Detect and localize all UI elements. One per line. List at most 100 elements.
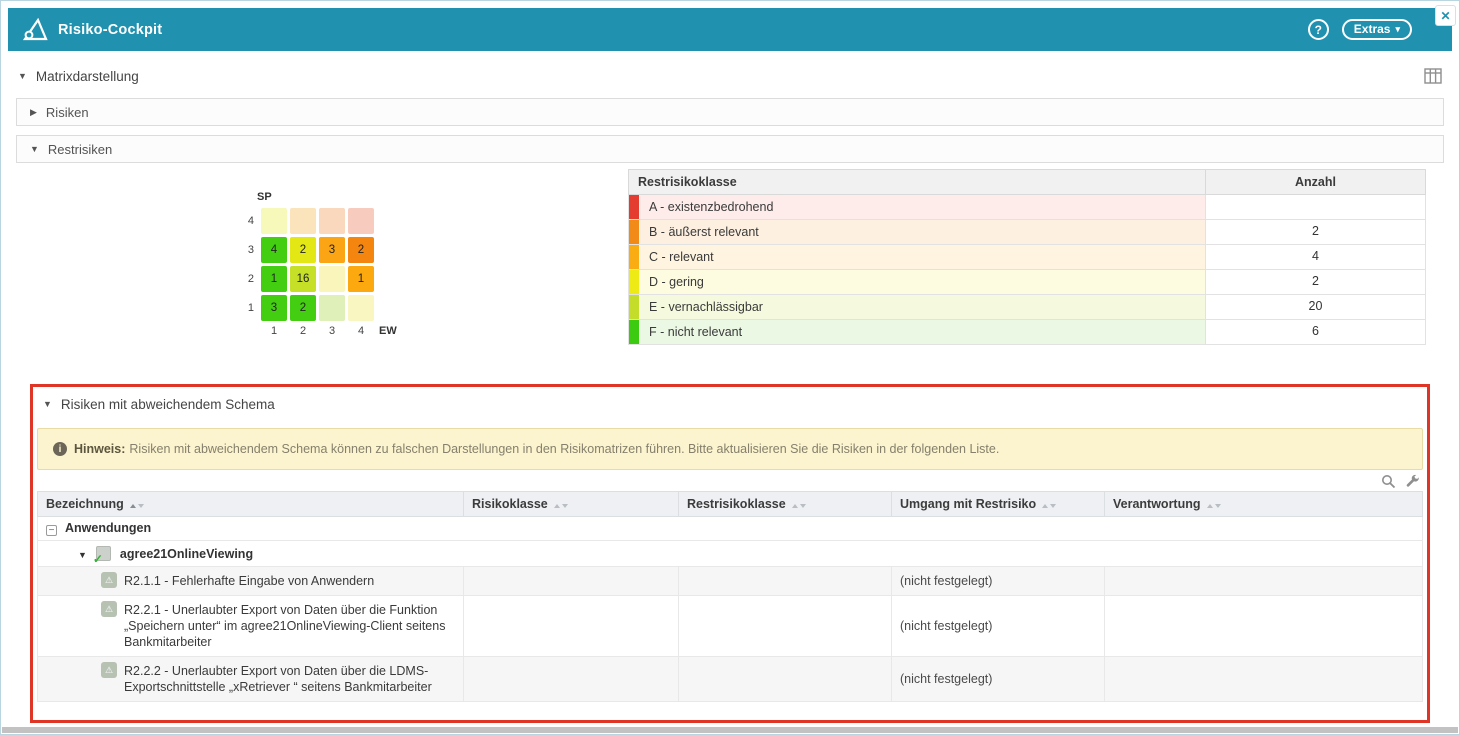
class-label: C - relevant bbox=[639, 245, 714, 269]
title-bar: Risiko-Cockpit ? Extras ▾ bbox=[8, 8, 1452, 51]
matrix-cell[interactable]: 3 bbox=[261, 295, 287, 321]
matrix-row-label: 4 bbox=[238, 215, 254, 227]
matrix-cell[interactable]: 3 bbox=[319, 237, 345, 263]
matrix-cell[interactable]: 16 bbox=[290, 266, 316, 292]
matrix-cell[interactable]: 1 bbox=[348, 266, 374, 292]
class-label: B - äußerst relevant bbox=[639, 220, 759, 244]
collapse-open-icon: ▼ bbox=[43, 399, 52, 409]
matrix-cell[interactable] bbox=[348, 295, 374, 321]
table-row: D - gering 2 bbox=[628, 270, 1426, 295]
matrix-cell[interactable]: 2 bbox=[348, 237, 374, 263]
matrix-cell[interactable] bbox=[348, 208, 374, 234]
verantwortung-cell bbox=[1105, 657, 1423, 702]
class-count bbox=[1205, 195, 1425, 219]
col-header-verantwortung[interactable]: Verantwortung bbox=[1105, 492, 1423, 517]
table-row: C - relevant 4 bbox=[628, 245, 1426, 270]
bottom-bar bbox=[2, 727, 1458, 733]
sort-icons bbox=[1042, 504, 1056, 508]
class-label: D - gering bbox=[639, 270, 704, 294]
group-row-anwendungen: −Anwendungen bbox=[38, 517, 1423, 541]
section-label: Risiken bbox=[46, 105, 89, 120]
matrix-cell[interactable] bbox=[319, 295, 345, 321]
collapse-open-icon: ▼ bbox=[30, 144, 39, 154]
application-icon: ✓ bbox=[96, 546, 111, 561]
matrix-row-label: 2 bbox=[238, 273, 254, 285]
col-header-anzahl: Anzahl bbox=[1205, 170, 1425, 194]
table-row: E - vernachlässigbar 20 bbox=[628, 295, 1426, 320]
matrix-cell[interactable]: 1 bbox=[261, 266, 287, 292]
matrix-grid-icon[interactable] bbox=[1424, 68, 1442, 84]
search-icon[interactable] bbox=[1381, 474, 1396, 489]
main-content: ▼ Matrixdarstellung ▶ Risiken ▼ Restrisi… bbox=[8, 51, 1452, 726]
matrix-cell[interactable] bbox=[319, 208, 345, 234]
risikoklasse-cell bbox=[464, 567, 679, 596]
matrix-cell[interactable] bbox=[261, 208, 287, 234]
sort-icons bbox=[1207, 504, 1221, 508]
expand-triangle-icon[interactable]: ▼ bbox=[78, 550, 87, 560]
risk-row[interactable]: ⚠ R2.2.2 - Unerlaubter Export von Daten ü… bbox=[38, 657, 1423, 702]
class-count: 4 bbox=[1205, 245, 1425, 269]
class-count: 20 bbox=[1205, 295, 1425, 319]
matrix-cell[interactable] bbox=[319, 266, 345, 292]
subgroup-label: agree21OnlineViewing bbox=[120, 547, 253, 561]
chevron-down-icon: ▾ bbox=[1395, 24, 1400, 35]
sort-icons bbox=[130, 504, 144, 508]
collapse-open-icon: ▼ bbox=[18, 71, 27, 81]
verantwortung-cell bbox=[1105, 567, 1423, 596]
close-button[interactable]: ✕ bbox=[1435, 5, 1456, 26]
restrisikoklasse-cell bbox=[679, 567, 892, 596]
matrix-cell[interactable]: 4 bbox=[261, 237, 287, 263]
risk-row[interactable]: ⚠R2.1.1 - Fehlerhafte Eingabe von Anwend… bbox=[38, 567, 1423, 596]
risikoklasse-cell bbox=[464, 596, 679, 657]
restrisikoklasse-cell bbox=[679, 596, 892, 657]
extras-button[interactable]: Extras ▾ bbox=[1342, 19, 1412, 40]
class-label: A - existenzbedrohend bbox=[639, 195, 773, 219]
col-header-umgang[interactable]: Umgang mit Restrisiko bbox=[892, 492, 1105, 517]
class-count: 6 bbox=[1205, 320, 1425, 344]
section-header-risiken[interactable]: ▶ Risiken bbox=[16, 98, 1444, 126]
table-row: B - äußerst relevant 2 bbox=[628, 220, 1426, 245]
table-header-row: Restrisikoklasse Anzahl bbox=[628, 169, 1426, 195]
app-logo-icon bbox=[22, 18, 48, 42]
matrix-col-label: 4 bbox=[348, 325, 374, 337]
hint-label: Hinweis: bbox=[74, 442, 125, 456]
table-row: A - existenzbedrohend bbox=[628, 195, 1426, 220]
collapse-minus-icon[interactable]: − bbox=[46, 525, 57, 536]
class-label: E - vernachlässigbar bbox=[639, 295, 763, 319]
section-header-matrixdarstellung[interactable]: ▼ Matrixdarstellung bbox=[8, 61, 1452, 91]
col-header-restrisikoklasse: Restrisikoklasse bbox=[629, 170, 1205, 194]
col-header-restrisikoklasse[interactable]: Restrisikoklasse bbox=[679, 492, 892, 517]
table-header-row: Bezeichnung Risikoklasse Restrisikoklass… bbox=[38, 492, 1423, 517]
section-header-abweichendes-schema[interactable]: ▼ Risiken mit abweichendem Schema bbox=[33, 390, 1427, 418]
umgang-cell: (nicht festgelegt) bbox=[892, 657, 1105, 702]
risk-row[interactable]: ⚠R2.2.1 - Unerlaubter Export von Daten ü… bbox=[38, 596, 1423, 657]
sort-icons bbox=[792, 504, 806, 508]
restrisikoklasse-table: Restrisikoklasse Anzahl A - existenzbedr… bbox=[628, 169, 1426, 345]
matrix-cell[interactable]: 2 bbox=[290, 237, 316, 263]
section-label: Restrisiken bbox=[48, 142, 112, 157]
hint-text: Risiken mit abweichendem Schema können z… bbox=[129, 442, 999, 456]
class-color-stripe bbox=[629, 295, 639, 319]
sort-icons bbox=[554, 504, 568, 508]
risk-title: R2.1.1 - Fehlerhafte Eingabe von Anwende… bbox=[124, 574, 374, 588]
risk-title: R2.2.2 - Unerlaubter Export von Daten üb… bbox=[124, 664, 432, 694]
subgroup-row-agree21: ▼ ✓ agree21OnlineViewing bbox=[38, 541, 1423, 567]
app-window: Risiko-Cockpit ? Extras ▾ ✕ ▼ Matrixdars… bbox=[0, 0, 1460, 735]
class-color-stripe bbox=[629, 220, 639, 244]
matrix-cell[interactable]: 2 bbox=[290, 295, 316, 321]
risk-icon: ⚠ bbox=[101, 662, 117, 678]
col-header-risikoklasse[interactable]: Risikoklasse bbox=[464, 492, 679, 517]
section-label: Risiken mit abweichendem Schema bbox=[61, 397, 275, 412]
matrix-y-axis-label: SP bbox=[257, 191, 397, 203]
group-label: Anwendungen bbox=[65, 521, 151, 535]
matrix-col-label: 1 bbox=[261, 325, 287, 337]
help-button[interactable]: ? bbox=[1308, 19, 1329, 40]
matrix-cell[interactable] bbox=[290, 208, 316, 234]
class-count: 2 bbox=[1205, 220, 1425, 244]
class-color-stripe bbox=[629, 195, 639, 219]
wrench-icon[interactable] bbox=[1405, 474, 1420, 489]
matrix-row-label: 3 bbox=[238, 244, 254, 256]
hint-box: i Hinweis:Risiken mit abweichendem Schem… bbox=[37, 428, 1423, 470]
col-header-bezeichnung[interactable]: Bezeichnung bbox=[38, 492, 464, 517]
section-header-restrisiken[interactable]: ▼ Restrisiken bbox=[16, 135, 1444, 163]
